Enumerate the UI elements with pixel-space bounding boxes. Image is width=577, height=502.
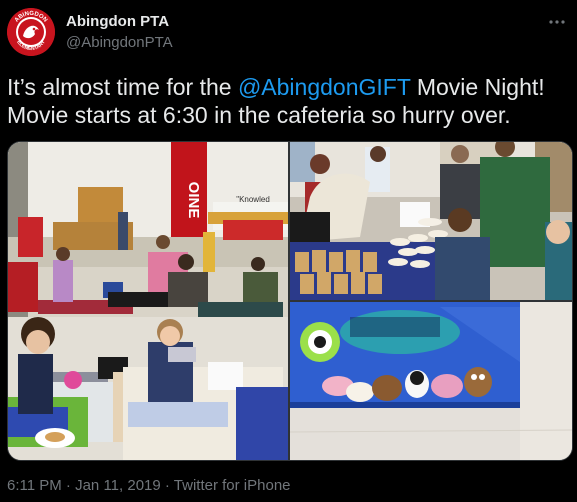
media-grid: OINE "Knowled xyxy=(7,141,573,461)
mention-link[interactable]: @AbingdonGIFT xyxy=(238,74,411,100)
tweet-date[interactable]: Jan 11, 2019 xyxy=(75,477,161,494)
tweet-text: It’s almost time for the @AbingdonGIFT M… xyxy=(7,73,567,129)
tweet-text-part: It’s almost time for the xyxy=(7,74,238,100)
meta-separator: · xyxy=(160,477,174,494)
tweet-meta: 6:11 PM · Jan 11, 2019 · Twitter for iPh… xyxy=(7,477,291,494)
school-logo-icon: ABINGDON ELEMENTARY xyxy=(7,8,55,56)
display-name[interactable]: Abingdon PTA xyxy=(66,13,169,30)
wall-poster-text: "Knowled xyxy=(236,195,270,204)
meta-separator: · xyxy=(61,477,76,494)
tweet-time[interactable]: 6:11 PM xyxy=(7,477,62,494)
cafeteria-banner-text: OINE xyxy=(185,182,202,219)
tweet: ABINGDON ELEMENTARY Abingdon PTA @Abingd… xyxy=(0,0,577,502)
user-handle[interactable]: @AbingdonPTA xyxy=(66,34,173,51)
photo-kids-on-blankets[interactable]: OINE "Knowled xyxy=(8,142,288,460)
photo-stuffed-animals[interactable] xyxy=(290,302,572,460)
more-options-icon[interactable] xyxy=(547,12,567,32)
avatar[interactable]: ABINGDON ELEMENTARY xyxy=(7,8,55,56)
tweet-source[interactable]: Twitter for iPhone xyxy=(174,477,291,494)
photo-snack-table[interactable] xyxy=(290,142,572,300)
